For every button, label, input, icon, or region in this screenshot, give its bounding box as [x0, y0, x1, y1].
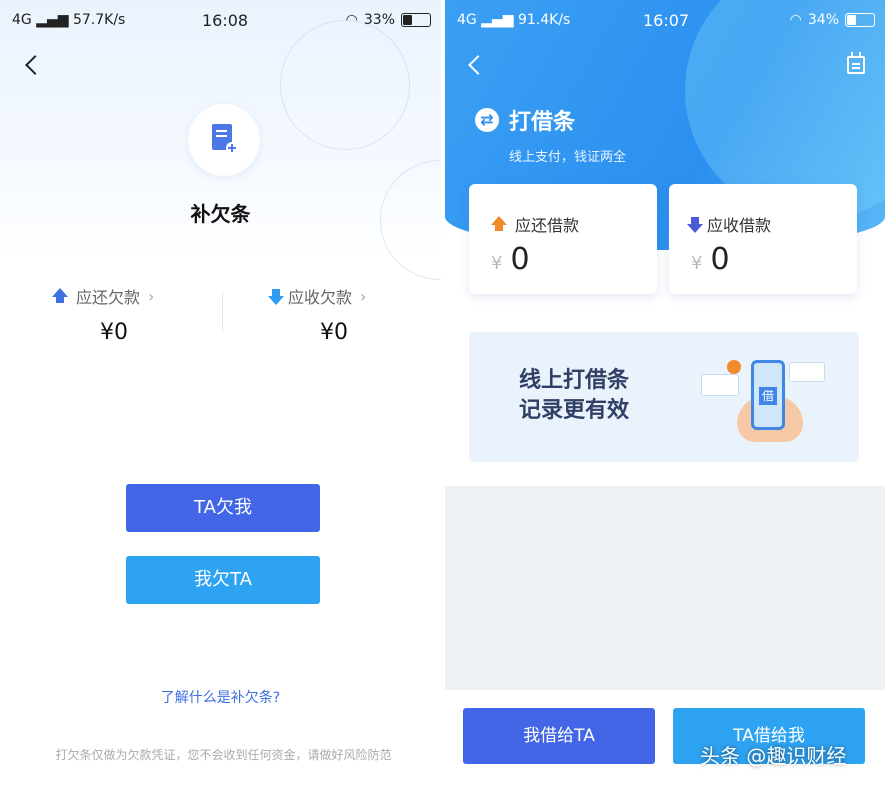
- banner-line-2: 记录更有效: [519, 398, 630, 423]
- arrow-down-icon: [687, 216, 703, 233]
- right-screen: 4G ▂▄▆ 91.4K/s 16:07 ◠ 34% ⇄ 打借条 线上支付，钱证…: [445, 0, 885, 787]
- phone-illustration: 借: [751, 360, 785, 430]
- plus-icon: [226, 142, 238, 154]
- card-to-repay[interactable]: 应还借款 ¥ 0: [469, 184, 657, 294]
- battery-icon: [401, 13, 431, 27]
- learn-more-link[interactable]: 了解什么是补欠条?: [0, 687, 441, 707]
- card-to-repay-value: 0: [510, 242, 530, 277]
- arrow-down-icon: [268, 288, 284, 305]
- brand-title: 打借条: [509, 110, 576, 135]
- status-bar: 4G ▂▄▆ 57.7K/s 16:08 ◠ 33%: [0, 0, 441, 40]
- chevron-right-icon: ›: [148, 286, 155, 306]
- card-to-receive[interactable]: 应收借款 ¥ 0: [669, 184, 857, 294]
- phone-char: 借: [759, 387, 777, 405]
- left-screen: 4G ▂▄▆ 57.7K/s 16:08 ◠ 33% 补欠条 应还欠款 › ¥0…: [0, 0, 441, 787]
- status-bar: 4G ▂▄▆ 91.4K/s 16:07 ◠ 34%: [445, 0, 885, 40]
- arrow-up-icon: [52, 287, 68, 303]
- stat-owed-value: ¥0: [100, 320, 128, 345]
- calendar-icon[interactable]: [847, 52, 865, 74]
- card-to-repay-label: 应还借款: [515, 216, 580, 235]
- currency-symbol: ¥: [491, 253, 503, 274]
- battery-percent: 34%: [807, 12, 839, 28]
- ta-owes-me-button[interactable]: TA欠我: [126, 484, 320, 532]
- stat-owed-label: 应还欠款: [76, 288, 141, 307]
- card-to-receive-label: 应收借款: [707, 216, 772, 235]
- battery-percent: 33%: [363, 12, 395, 28]
- battery-icon: [845, 13, 875, 27]
- watermark: 头条 @趣识财经: [700, 744, 847, 768]
- network-indicator: 4G: [12, 12, 32, 28]
- clock: 16:08: [202, 11, 249, 30]
- card-to-receive-value: 0: [710, 242, 730, 277]
- message-bubble-icon: [789, 362, 825, 382]
- iou-logo: [188, 104, 260, 176]
- stat-receivable-label: 应收欠款: [288, 288, 353, 307]
- chevron-right-icon: ›: [360, 286, 367, 306]
- promo-banner[interactable]: 线上打借条 记录更有效 借: [469, 332, 859, 462]
- wifi-icon: ◠: [345, 12, 358, 28]
- swap-icon: ⇄: [475, 108, 499, 132]
- clock: 16:07: [643, 11, 690, 30]
- currency-symbol: ¥: [691, 253, 703, 274]
- divider: [222, 292, 223, 332]
- banner-line-1: 线上打借条: [519, 368, 630, 393]
- page-title: 补欠条: [190, 202, 251, 226]
- network-speed: 57.7K/s: [72, 12, 126, 28]
- content-area: [445, 486, 885, 690]
- wifi-icon: ◠: [789, 12, 802, 28]
- lend-to-ta-button[interactable]: 我借给TA: [463, 708, 655, 764]
- network-indicator: 4G: [457, 12, 477, 28]
- i-owe-ta-button[interactable]: 我欠TA: [126, 556, 320, 604]
- stat-receivable[interactable]: 应收欠款 › ¥0: [268, 284, 432, 345]
- stat-receivable-value: ¥0: [320, 320, 348, 345]
- brand-subtitle: 线上支付，钱证两全: [509, 150, 627, 165]
- network-speed: 91.4K/s: [517, 12, 571, 28]
- notification-icon: [727, 360, 741, 374]
- disclaimer-text: 打欠条仅做为欠款凭证，您不会收到任何资金，请做好风险防范: [55, 748, 392, 762]
- arrow-up-icon: [491, 215, 507, 231]
- message-bubble-icon: [701, 374, 739, 396]
- stat-owed[interactable]: 应还欠款 › ¥0: [52, 284, 212, 345]
